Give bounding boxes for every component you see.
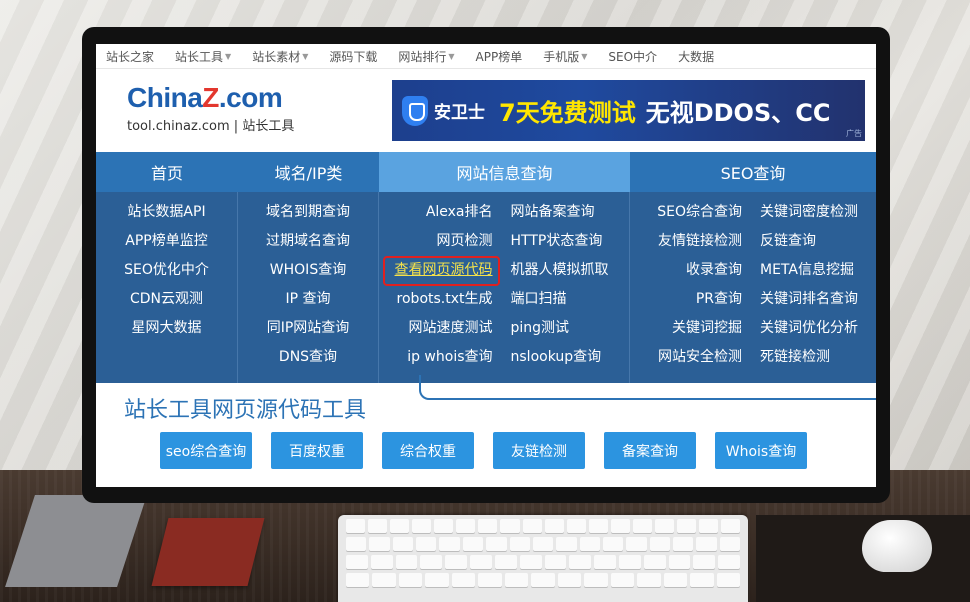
topnav-label: 站长之家 [106, 49, 155, 64]
menu-link-col4_left-5[interactable]: 网站安全检测 [630, 348, 748, 377]
menu-link-col4_left-1[interactable]: 友情链接检测 [630, 232, 748, 261]
topnav-item-3[interactable]: 源码下载 [329, 48, 377, 65]
menu-link-col1-0[interactable]: 站长数据API [96, 203, 237, 232]
topnav-item-7[interactable]: SEO中介 [608, 48, 657, 65]
menu-headers: 首页 域名/IP类 网站信息查询 SEO查询 [96, 152, 876, 192]
menu-link-col4_right-4[interactable]: 关键词优化分析 [748, 319, 876, 348]
topnav-label: 源码下载 [329, 49, 378, 64]
topnav-item-4[interactable]: 网站排行 ▼ [398, 48, 454, 65]
ad-label: 广告 [846, 129, 862, 138]
menu-link-col4_left-4[interactable]: 关键词挖掘 [630, 319, 748, 348]
menu-tab-home[interactable]: 首页 [96, 152, 238, 192]
red-notebook [151, 518, 265, 586]
menu-link-col2-0[interactable]: 域名到期查询 [238, 203, 378, 232]
tool-button-5[interactable]: Whois查询 [715, 432, 807, 469]
caret-down-icon: ▼ [448, 51, 455, 61]
tool-button-4[interactable]: 备案查询 [604, 432, 696, 469]
menu-link-col4_right-5[interactable]: 死链接检测 [748, 348, 876, 377]
menu-link-col3_left-2[interactable]: 查看网页源代码 [379, 256, 500, 290]
menu-link-col3_right-3[interactable]: 端口扫描 [499, 290, 629, 319]
topnav-item-6[interactable]: 手机版 ▼ [543, 48, 587, 65]
topnav-label: 大数据 [678, 49, 715, 64]
menu-link-col4_left-3[interactable]: PR查询 [630, 290, 748, 319]
menu-col-seo: SEO综合查询 友情链接检测 收录查询 PR查询 关键词挖掘 网站安全检测 关键词密度检测… [630, 192, 876, 383]
site-header: ChinaZ.com tool.chinaz.com | 站长工具 安卫士 7天… [96, 69, 876, 151]
menu-link-col4_right-3[interactable]: 关键词排名查询 [748, 290, 876, 319]
caret-down-icon: ▼ [302, 51, 309, 61]
mousepad [756, 515, 970, 602]
menu-link-col4_right-1[interactable]: 反链查询 [748, 232, 876, 261]
menu-link-col3_right-1[interactable]: HTTP状态查询 [499, 232, 629, 261]
topnav-label: APP榜单 [475, 49, 523, 64]
menu-link-col2-1[interactable]: 过期域名查询 [238, 232, 378, 261]
topnav-item-8[interactable]: 大数据 [678, 48, 714, 65]
caret-down-icon: ▼ [225, 51, 232, 61]
chinaz-logo[interactable]: ChinaZ.com tool.chinaz.com | 站长工具 [127, 82, 295, 135]
main-menu: 首页 域名/IP类 网站信息查询 SEO查询 站长数据API APP榜单监控 SEO… [96, 152, 876, 383]
menu-link-col3_left-4[interactable]: 网站速度测试 [379, 319, 499, 348]
logo-subtitle: tool.chinaz.com | 站长工具 [127, 119, 295, 134]
topnav-label: SEO中介 [608, 49, 658, 64]
tool-button-2[interactable]: 综合权重 [382, 432, 474, 469]
banner-brand: 安卫士 [434, 103, 485, 123]
browser-screen: 站长之家 站长工具 ▼ 站长素材 ▼ 源码下载 网站排行 ▼ APP榜单 手机版 ▼ SEO中介 大数据… [96, 44, 876, 487]
menu-col-domain-ip: 域名到期查询 过期域名查询 WHOIS查询 IP 查询 同IP网站查询 DNS查询 [238, 192, 379, 383]
content-area: 站长工具网页源代码工具 seo综合查询 百度权重 综合权重 友链检测 备案查询 Whois… [96, 375, 876, 487]
highlighted-menu-link[interactable]: 查看网页源代码 [382, 256, 500, 286]
menu-link-col3_right-0[interactable]: 网站备案查询 [499, 203, 629, 232]
topnav-item-2[interactable]: 站长素材 ▼ [252, 48, 308, 65]
menu-link-col1-1[interactable]: APP榜单监控 [96, 232, 237, 261]
menu-link-col3_right-4[interactable]: ping测试 [499, 319, 629, 348]
menu-tab-site-info[interactable]: 网站信息查询 [379, 152, 630, 192]
logo-text-part3: .com [218, 82, 283, 113]
menu-link-col3_right-2[interactable]: 机器人模拟抓取 [499, 261, 629, 290]
menu-link-col4_left-2[interactable]: 收录查询 [630, 261, 748, 290]
tool-button-1[interactable]: 百度权重 [271, 432, 363, 469]
menu-link-col1-2[interactable]: SEO优化中介 [96, 261, 237, 290]
topnav-item-0[interactable]: 站长之家 [106, 48, 154, 65]
menu-link-col1-4[interactable]: 星网大数据 [96, 319, 237, 348]
topnav-label: 手机版 [543, 49, 580, 64]
menu-link-col3_left-5[interactable]: ip whois查询 [379, 348, 499, 377]
top-navigation: 站长之家 站长工具 ▼ 站长素材 ▼ 源码下载 网站排行 ▼ APP榜单 手机版 ▼ SEO中介 大数据 [96, 44, 876, 69]
menu-link-col3_left-0[interactable]: Alexa排名 [379, 203, 499, 232]
menu-link-col2-5[interactable]: DNS查询 [238, 348, 378, 377]
logo-text-part1: China [127, 82, 203, 113]
menu-link-col4_right-0[interactable]: 关键词密度检测 [748, 203, 876, 232]
topnav-label: 站长工具 [175, 49, 224, 64]
logo-text-part2: Z [202, 82, 219, 113]
menu-link-col1-3[interactable]: CDN云观测 [96, 290, 237, 319]
topnav-label: 网站排行 [398, 49, 447, 64]
menu-link-col3_left-3[interactable]: robots.txt生成 [379, 290, 499, 319]
caret-down-icon: ▼ [581, 51, 588, 61]
red-highlight-box [382, 256, 500, 286]
topnav-item-1[interactable]: 站长工具 ▼ [175, 48, 231, 65]
menu-link-col3_right-5[interactable]: nslookup查询 [499, 348, 629, 377]
shield-icon [402, 95, 428, 126]
banner-promo: 7天免费测试 [499, 99, 636, 127]
tool-button-3[interactable]: 友链检测 [493, 432, 585, 469]
tool-buttons: seo综合查询 百度权重 综合权重 友链检测 备案查询 Whois查询 [160, 432, 807, 469]
search-box-edge[interactable] [419, 375, 876, 400]
keyboard [338, 515, 748, 602]
menu-link-col2-4[interactable]: 同IP网站查询 [238, 319, 378, 348]
topnav-item-5[interactable]: APP榜单 [476, 48, 523, 65]
tool-button-0[interactable]: seo综合查询 [160, 432, 252, 469]
menu-tab-domain-ip[interactable]: 域名/IP类 [238, 152, 379, 192]
menu-link-col4_left-0[interactable]: SEO综合查询 [630, 203, 748, 232]
menu-link-col4_right-2[interactable]: META信息挖掘 [748, 261, 876, 290]
menu-tab-seo[interactable]: SEO查询 [630, 152, 876, 192]
menu-dropdown-body: 站长数据API APP榜单监控 SEO优化中介 CDN云观测 星网大数据 域名到期查询过… [96, 192, 876, 383]
menu-link-col2-3[interactable]: IP 查询 [238, 290, 378, 319]
menu-link-col2-2[interactable]: WHOIS查询 [238, 261, 378, 290]
menu-col-home: 站长数据API APP榜单监控 SEO优化中介 CDN云观测 星网大数据 [96, 192, 238, 383]
menu-col-site-info: Alexa排名 网页检测 查看网页源代码 robots.txt生成 网站速度测试 ip w… [379, 192, 630, 383]
topnav-label: 站长素材 [252, 49, 301, 64]
page-title: 站长工具网页源代码工具 [124, 398, 367, 423]
mouse [862, 520, 932, 572]
banner-tagline: 无视DDOS、CC [645, 99, 831, 127]
ad-banner[interactable]: 安卫士 7天免费测试 无视DDOS、CC 广告 [392, 80, 865, 141]
